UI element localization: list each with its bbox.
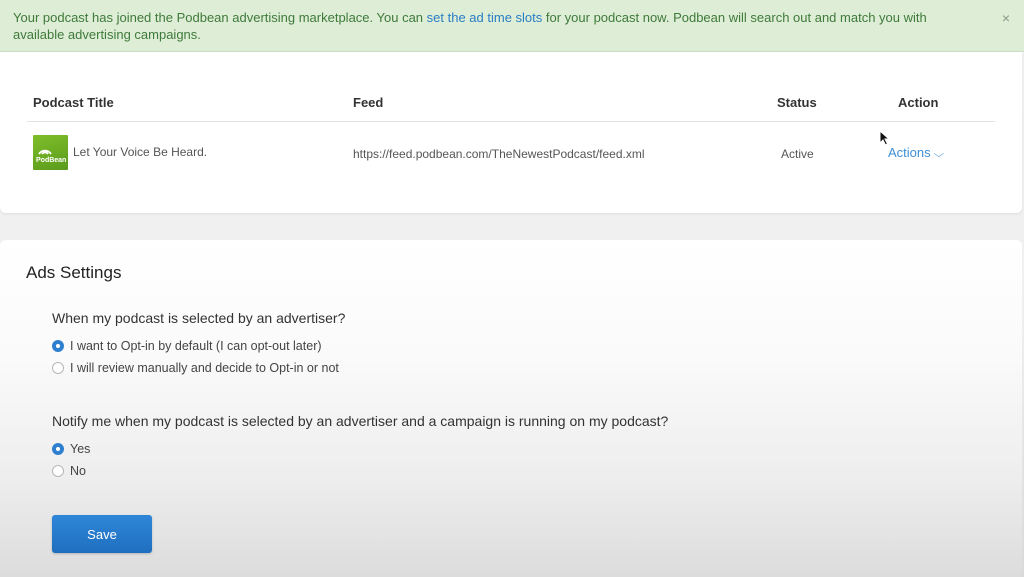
table-header-divider bbox=[27, 121, 995, 122]
radio-label: I want to Opt-in by default (I can opt-o… bbox=[70, 339, 322, 353]
radio-notify-yes[interactable]: Yes bbox=[52, 441, 90, 457]
ads-settings-card: Ads Settings When my podcast is selected… bbox=[0, 240, 1022, 577]
status-cell: Active bbox=[781, 147, 814, 161]
close-icon[interactable]: × bbox=[1002, 10, 1010, 27]
radio-button-selected[interactable] bbox=[52, 443, 64, 455]
column-header-feed: Feed bbox=[353, 95, 384, 110]
opt-in-question: When my podcast is selected by an advert… bbox=[52, 310, 346, 326]
radio-button-selected[interactable] bbox=[52, 340, 64, 352]
radio-label: I will review manually and decide to Opt… bbox=[70, 361, 339, 375]
podcast-table-card: Podcast Title Feed Status Action PodBean… bbox=[0, 52, 1022, 213]
radio-label: No bbox=[70, 464, 86, 478]
mouse-cursor-icon bbox=[879, 130, 891, 146]
column-header-action: Action bbox=[898, 95, 939, 110]
notify-question: Notify me when my podcast is selected by… bbox=[52, 413, 669, 429]
actions-label: Actions bbox=[888, 145, 931, 160]
ads-settings-title: Ads Settings bbox=[26, 263, 122, 282]
save-button[interactable]: Save bbox=[52, 515, 152, 553]
radio-label: Yes bbox=[70, 442, 91, 456]
radio-notify-no[interactable]: No bbox=[52, 463, 86, 479]
podcast-cover-image: PodBean bbox=[33, 135, 68, 170]
radio-review-manually[interactable]: I will review manually and decide to Opt… bbox=[52, 360, 339, 376]
feed-url-cell: https://feed.podbean.com/TheNewestPodcas… bbox=[353, 147, 645, 161]
radio-button[interactable] bbox=[52, 465, 64, 477]
column-header-podcast-title: Podcast Title bbox=[33, 95, 114, 110]
ad-marketplace-alert: Your podcast has joined the Podbean adve… bbox=[0, 0, 1024, 52]
podcast-signal-icon bbox=[38, 149, 52, 155]
actions-dropdown[interactable]: Actions ⌵ bbox=[888, 145, 944, 160]
column-header-status: Status bbox=[777, 95, 817, 110]
set-ad-time-slots-link[interactable]: set the ad time slots bbox=[427, 10, 543, 25]
chevron-down-icon: ⌵ bbox=[933, 149, 944, 160]
radio-opt-in-default[interactable]: I want to Opt-in by default (I can opt-o… bbox=[52, 338, 322, 354]
radio-button[interactable] bbox=[52, 362, 64, 374]
podcast-title-cell: Let Your Voice Be Heard. bbox=[73, 145, 208, 159]
cover-brand-text: PodBean bbox=[36, 157, 67, 164]
alert-text-before: Your podcast has joined the Podbean adve… bbox=[13, 10, 427, 25]
